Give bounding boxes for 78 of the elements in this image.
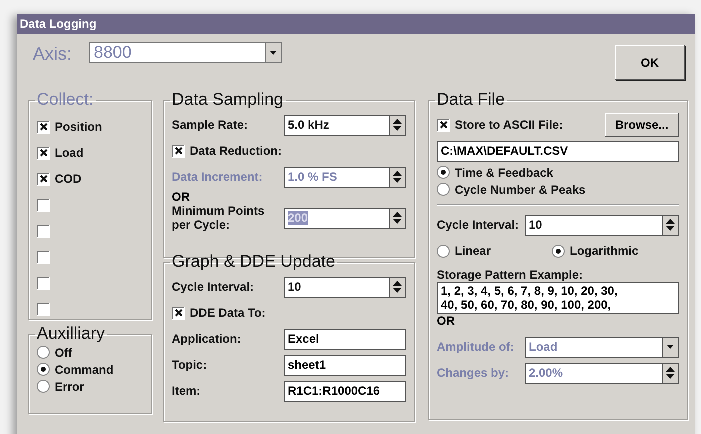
checkbox[interactable] [172,144,185,158]
caret-icon [270,50,277,54]
up-down-arrows-icon [393,119,402,131]
up-down-arrows-icon [666,367,675,379]
checkbox[interactable] [37,146,50,160]
checkbox[interactable] [437,118,450,132]
checkbox[interactable] [37,120,50,134]
radio-button[interactable] [437,244,450,258]
group-title: Collect: [36,90,95,110]
checkbox-label: COD [55,172,82,186]
radio-label: Off [55,346,72,360]
up-down-arrows-icon [393,212,402,224]
browse-button[interactable]: Browse... [605,113,679,137]
pattern-text-box: 1, 2, 3, 4, 5, 6, 7, 8, 9, 10, 20, 30, 40, 50, 60, 70, 80, 90, 100, 200, [437,282,679,314]
radio-button[interactable] [437,183,450,196]
spin-button[interactable] [389,276,406,298]
text-field[interactable]: sheet1 [284,354,406,376]
axis-dropdown-field[interactable]: 8800 [89,42,265,63]
checkbox[interactable] [172,306,185,320]
radio-label: Time & Feedback [455,166,554,180]
window-title: Data Logging [17,14,695,34]
field-label: Application: [172,332,242,346]
text-field[interactable]: R1C1:R1000C16 [284,380,406,402]
checkbox-label: Load [55,146,84,160]
spin-field[interactable]: 5.0 kHz [284,114,389,136]
spin-field[interactable]: 10 [284,276,389,298]
radio-button[interactable] [37,346,50,359]
up-down-arrows-icon [393,281,402,293]
ok-button[interactable]: OK [615,45,685,80]
radio-label: Command [55,362,114,376]
field-label: Item: [172,384,202,398]
radio-label: Logarithmic [570,244,639,258]
spin-button[interactable] [389,166,406,188]
radio-button[interactable] [37,380,50,393]
dropdown-button[interactable] [662,336,679,358]
checkbox[interactable] [37,250,50,264]
checkbox[interactable] [37,302,50,316]
checkbox[interactable] [37,224,50,238]
field-label: Amplitude of: [437,340,516,354]
field-label: Sample Rate: [172,118,250,132]
text-field[interactable]: Excel [284,328,406,350]
field-label: Topic: [172,358,208,372]
caret-icon [667,345,674,349]
radio-button[interactable] [37,363,50,376]
file-path-field[interactable]: C:\MAX\DEFAULT.CSV [437,140,679,162]
radio-label: Linear [455,244,492,258]
group-title: Data File [436,90,506,110]
checkbox[interactable] [37,172,50,186]
spin-field[interactable]: 10 [525,214,662,236]
field-label: Cycle Interval: [437,218,520,232]
checkbox-label: Data Reduction: [190,144,282,158]
up-down-arrows-icon [666,219,675,231]
checkbox-label: Position [55,120,102,134]
checkbox-label: DDE Data To: [190,306,266,320]
spin-button[interactable] [662,214,679,236]
checkbox[interactable] [37,276,50,290]
or-text: OR [172,190,191,204]
spin-button[interactable] [662,362,679,384]
group-title: Auxilliary [36,324,106,344]
group-title: Graph & DDE Update [171,252,336,272]
field-label: Minimum Points per Cycle: [172,204,266,232]
checkbox[interactable] [37,198,50,212]
field-label: Changes by: [437,366,510,380]
spin-button[interactable] [389,208,406,228]
radio-button[interactable] [552,244,565,258]
radio-label: Cycle Number & Peaks [455,182,586,196]
field-label: Cycle Interval: [172,280,256,294]
dropdown-button[interactable] [265,42,282,63]
group-title: Data Sampling [171,90,285,110]
checkbox-label: Store to ASCII File: [455,118,564,132]
spin-button[interactable] [389,114,406,136]
axis-label: Axis: [33,44,74,65]
or-text: OR [437,314,456,328]
radio-button[interactable] [437,166,450,179]
radio-label: Error [55,380,84,394]
section-caption: Storage Pattern Example: [437,268,584,282]
field-label: Data Increment: [172,170,264,184]
up-down-arrows-icon [393,171,402,183]
